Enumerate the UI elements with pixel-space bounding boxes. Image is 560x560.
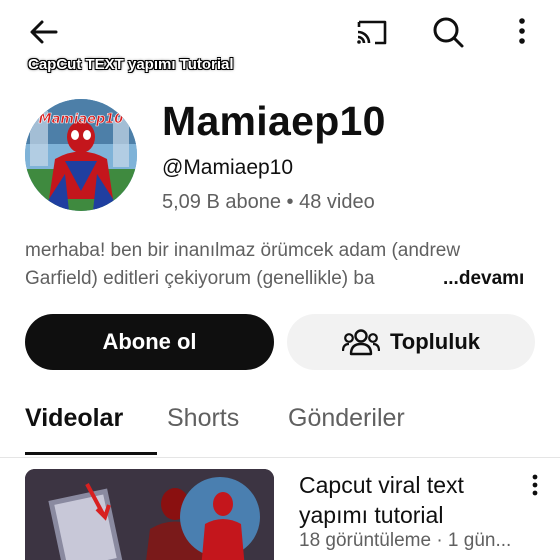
video-more-icon[interactable] <box>522 472 548 500</box>
description-line: Garfield) editleri çekiyorum (genellikle… <box>25 265 535 293</box>
video-title[interactable]: Capcut viral text yapımı tutorial <box>299 470 509 530</box>
svg-text:Mamiaep10: Mamiaep10 <box>39 112 124 127</box>
description-line: merhaba! ben bir inanılmaz örümcek adam … <box>25 240 461 261</box>
tab-shorts[interactable]: Shorts <box>167 404 239 433</box>
thumbnail-caption: CapCut TEXT yapımı Tutorial <box>28 56 234 73</box>
description-text: Garfield) editleri çekiyorum (genellikle… <box>25 268 375 289</box>
people-icon <box>341 327 380 357</box>
arrow-left-icon[interactable] <box>24 12 64 52</box>
channel-stats: 5,09 B abone • 48 video <box>162 191 375 213</box>
tab-videos[interactable]: Videolar <box>25 404 123 433</box>
cast-icon[interactable] <box>352 12 392 52</box>
channel-description[interactable]: merhaba! ben bir inanılmaz örümcek adam … <box>25 237 535 293</box>
subscribe-button[interactable]: Abone ol <box>25 314 274 370</box>
channel-avatar[interactable]: Mamiaep10 <box>25 99 137 211</box>
description-more-link[interactable]: ...devamı <box>440 265 525 293</box>
active-tab-indicator <box>25 452 157 455</box>
video-thumbnail[interactable] <box>25 469 274 560</box>
top-app-bar <box>0 0 560 62</box>
channel-tabs: Videolar Shorts Gönderiler <box>0 396 560 458</box>
video-meta: 18 görüntüleme · 1 gün... <box>299 530 512 551</box>
channel-handle: @Mamiaep10 <box>162 156 294 179</box>
community-button-label: Topluluk <box>389 329 481 354</box>
more-vertical-icon[interactable] <box>508 12 536 52</box>
channel-name: Mamiaep10 <box>162 98 386 144</box>
tab-posts[interactable]: Gönderiler <box>288 404 405 433</box>
community-button[interactable]: Topluluk <box>287 314 535 370</box>
search-icon[interactable] <box>428 12 468 52</box>
